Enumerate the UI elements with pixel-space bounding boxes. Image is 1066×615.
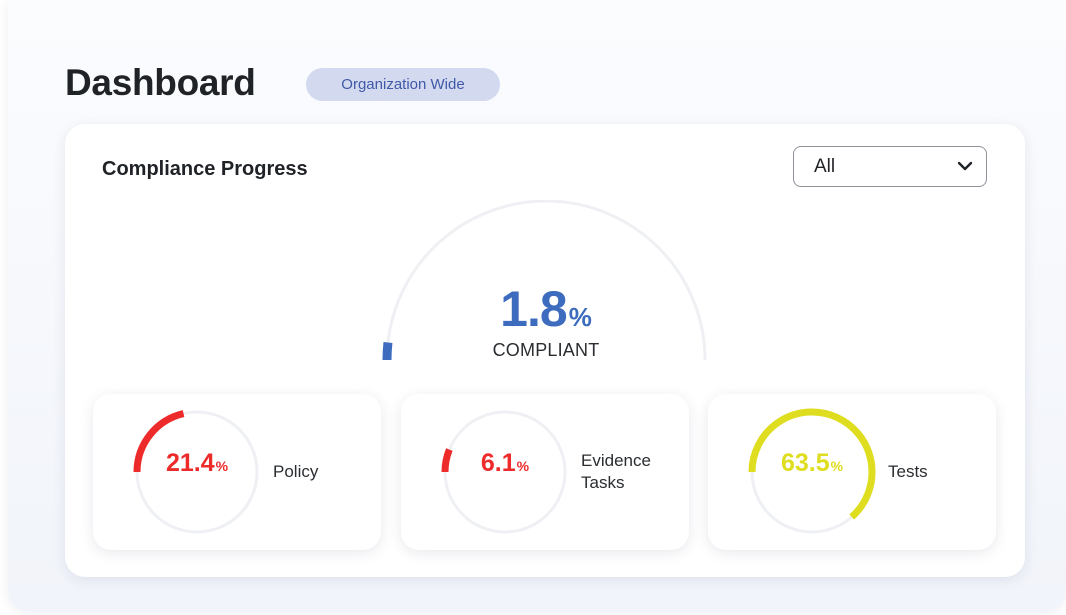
- policy-unit: %: [215, 458, 229, 474]
- evidence-tasks-number: 6.1: [480, 449, 516, 477]
- scope-badge[interactable]: Organization Wide: [306, 68, 500, 101]
- overall-compliance-value: 1.8%: [381, 280, 711, 338]
- overall-compliance-unit: %: [568, 302, 592, 332]
- chevron-down-icon: [957, 161, 973, 171]
- dashboard-panel: Dashboard Organization Wide Compliance P…: [8, 0, 1066, 612]
- filter-selected-value: All: [814, 156, 836, 177]
- evidence-tasks-label: Evidence Tasks: [581, 394, 681, 550]
- overall-compliance-caption: COMPLIANT: [492, 340, 600, 360]
- tests-label-line: Tests: [888, 462, 928, 481]
- tests-label: Tests: [888, 394, 988, 550]
- policy-value: 21.4%: [133, 449, 261, 478]
- evidence-tasks-unit: %: [516, 458, 530, 474]
- filter-dropdown[interactable]: All: [793, 146, 987, 187]
- stat-card-tests[interactable]: 63.5% Tests: [708, 394, 996, 550]
- policy-label-line: Policy: [273, 462, 319, 481]
- tests-unit: %: [830, 458, 844, 474]
- compliance-progress-card: Compliance Progress All 1.8% COMPLIANT 2…: [65, 124, 1025, 577]
- tests-number: 63.5: [780, 449, 830, 477]
- evidence-tasks-label-line-1: Evidence: [581, 451, 651, 470]
- stat-card-evidence-tasks[interactable]: 6.1% Evidence Tasks: [401, 394, 689, 550]
- evidence-tasks-value: 6.1%: [441, 449, 569, 478]
- card-title: Compliance Progress: [102, 158, 308, 180]
- page-title: Dashboard: [65, 62, 256, 103]
- evidence-tasks-label-line-2: Tasks: [581, 473, 625, 492]
- tests-value: 63.5%: [748, 449, 876, 478]
- overall-compliance-number: 1.8: [500, 281, 568, 337]
- policy-number: 21.4: [165, 449, 215, 477]
- stat-card-policy[interactable]: 21.4% Policy: [93, 394, 381, 550]
- policy-label: Policy: [273, 394, 373, 550]
